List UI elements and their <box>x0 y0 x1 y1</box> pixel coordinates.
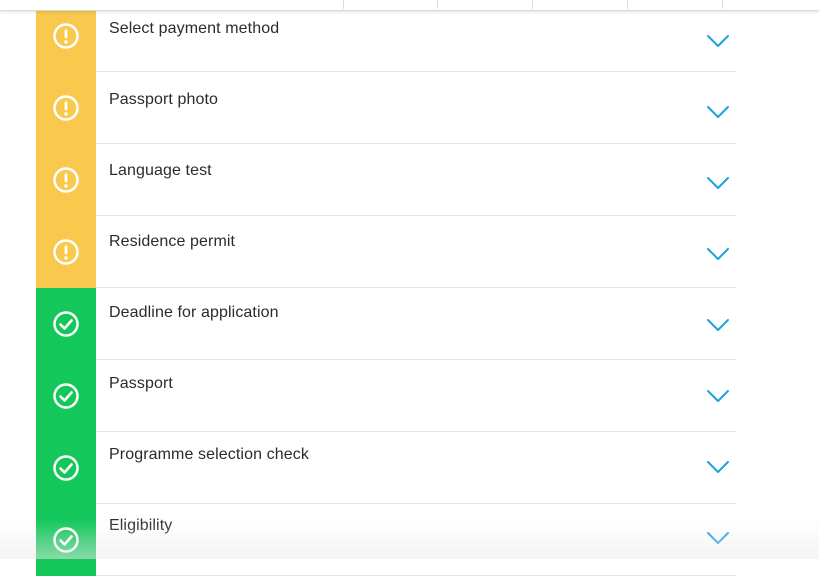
chevron-down-icon[interactable] <box>705 459 731 475</box>
checklist-row[interactable]: Programme selection check <box>36 432 736 504</box>
exclamation-circle-icon <box>52 22 80 50</box>
exclamation-circle-icon <box>52 94 80 122</box>
check-circle-icon <box>52 310 80 338</box>
checklist-row[interactable]: Passport <box>36 360 736 432</box>
checklist-item-label: Eligibility <box>109 517 172 535</box>
status-indicator <box>36 216 96 288</box>
chevron-down-icon[interactable] <box>705 175 731 191</box>
exclamation-circle-icon <box>52 166 80 194</box>
checklist-item-label: Programme selection check <box>109 446 309 464</box>
status-indicator <box>36 288 96 360</box>
header-divider <box>627 0 628 9</box>
checklist-item-label: Passport photo <box>109 91 218 109</box>
status-indicator <box>36 504 96 576</box>
header-divider <box>437 0 438 9</box>
checklist-item-label: Deadline for application <box>109 304 279 322</box>
status-indicator <box>36 432 96 504</box>
chevron-down-icon[interactable] <box>705 104 731 120</box>
checklist-row[interactable]: Deadline for application <box>36 288 736 360</box>
chevron-down-icon[interactable] <box>705 33 731 49</box>
application-checklist: Select payment method Passport photo Langu… <box>36 0 736 576</box>
chevron-down-icon[interactable] <box>705 246 731 262</box>
header-divider <box>532 0 533 9</box>
header-divider <box>343 0 344 9</box>
checklist-item-label: Select payment method <box>109 20 279 38</box>
top-header-bar <box>0 0 819 11</box>
status-indicator <box>36 144 96 216</box>
chevron-down-icon[interactable] <box>705 388 731 404</box>
checklist-item-label: Residence permit <box>109 233 235 251</box>
checklist-row[interactable]: Eligibility <box>36 504 736 576</box>
header-divider <box>722 0 723 9</box>
check-circle-icon <box>52 382 80 410</box>
chevron-down-icon[interactable] <box>705 317 731 333</box>
checklist-row[interactable]: Residence permit <box>36 216 736 288</box>
chevron-down-icon[interactable] <box>705 530 731 546</box>
checklist-row[interactable]: Language test <box>36 144 736 216</box>
checklist-item-label: Language test <box>109 162 212 180</box>
exclamation-circle-icon <box>52 238 80 266</box>
checklist-item-label: Passport <box>109 375 173 393</box>
checklist-row[interactable]: Passport photo <box>36 72 736 144</box>
status-indicator <box>36 360 96 432</box>
status-indicator <box>36 72 96 144</box>
check-circle-icon <box>52 526 80 554</box>
check-circle-icon <box>52 454 80 482</box>
